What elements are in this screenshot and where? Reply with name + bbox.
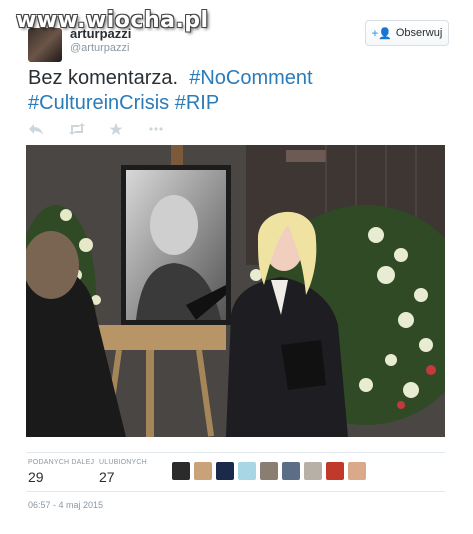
hashtag-link[interactable]: #CultureinCrisis	[28, 92, 169, 114]
tweet-stats: PODANYCH DALEJ 29 ULUBIONYCH 27	[26, 452, 445, 492]
favoriter-avatars	[172, 462, 366, 480]
tweet-actions	[28, 122, 164, 136]
retweets-count: 29	[28, 469, 44, 485]
avatar[interactable]	[216, 462, 234, 480]
tweet-text: Bez komentarza. #NoComment #CultureinCri…	[28, 66, 448, 116]
retweets-stat[interactable]: PODANYCH DALEJ 29	[28, 459, 94, 485]
user-handle[interactable]: @arturpazzi	[70, 42, 129, 54]
favorites-count: 27	[99, 469, 115, 485]
retweets-label: PODANYCH DALEJ	[28, 459, 95, 466]
tweet-timestamp[interactable]: 06:57 - 4 maj 2015	[28, 500, 103, 510]
avatar[interactable]	[348, 462, 366, 480]
hashtag-link[interactable]: #NoComment	[189, 67, 312, 89]
favorites-label: ULUBIONYCH	[99, 459, 147, 466]
avatar[interactable]	[326, 462, 344, 480]
avatar[interactable]	[194, 462, 212, 480]
avatar[interactable]	[304, 462, 322, 480]
more-icon[interactable]	[148, 122, 164, 136]
avatar[interactable]	[238, 462, 256, 480]
tweet-body: Bez komentarza.	[28, 67, 179, 89]
retweet-icon[interactable]	[68, 122, 85, 136]
follow-button[interactable]: +👤 Obserwuj	[365, 20, 449, 46]
reply-icon[interactable]	[28, 122, 44, 136]
watermark-logo: www.wiocha.pl	[16, 8, 209, 33]
photo-scene	[26, 145, 445, 437]
avatar[interactable]	[28, 28, 62, 62]
avatar[interactable]	[260, 462, 278, 480]
star-icon[interactable]	[108, 122, 124, 136]
follow-button-label: Obserwuj	[395, 27, 443, 39]
tweet-photo[interactable]	[26, 145, 445, 437]
favorites-stat[interactable]: ULUBIONYCH 27	[99, 459, 147, 485]
avatar[interactable]	[282, 462, 300, 480]
avatar[interactable]	[172, 462, 190, 480]
add-user-icon: +👤	[371, 27, 392, 40]
hashtag-link[interactable]: #RIP	[175, 92, 219, 114]
